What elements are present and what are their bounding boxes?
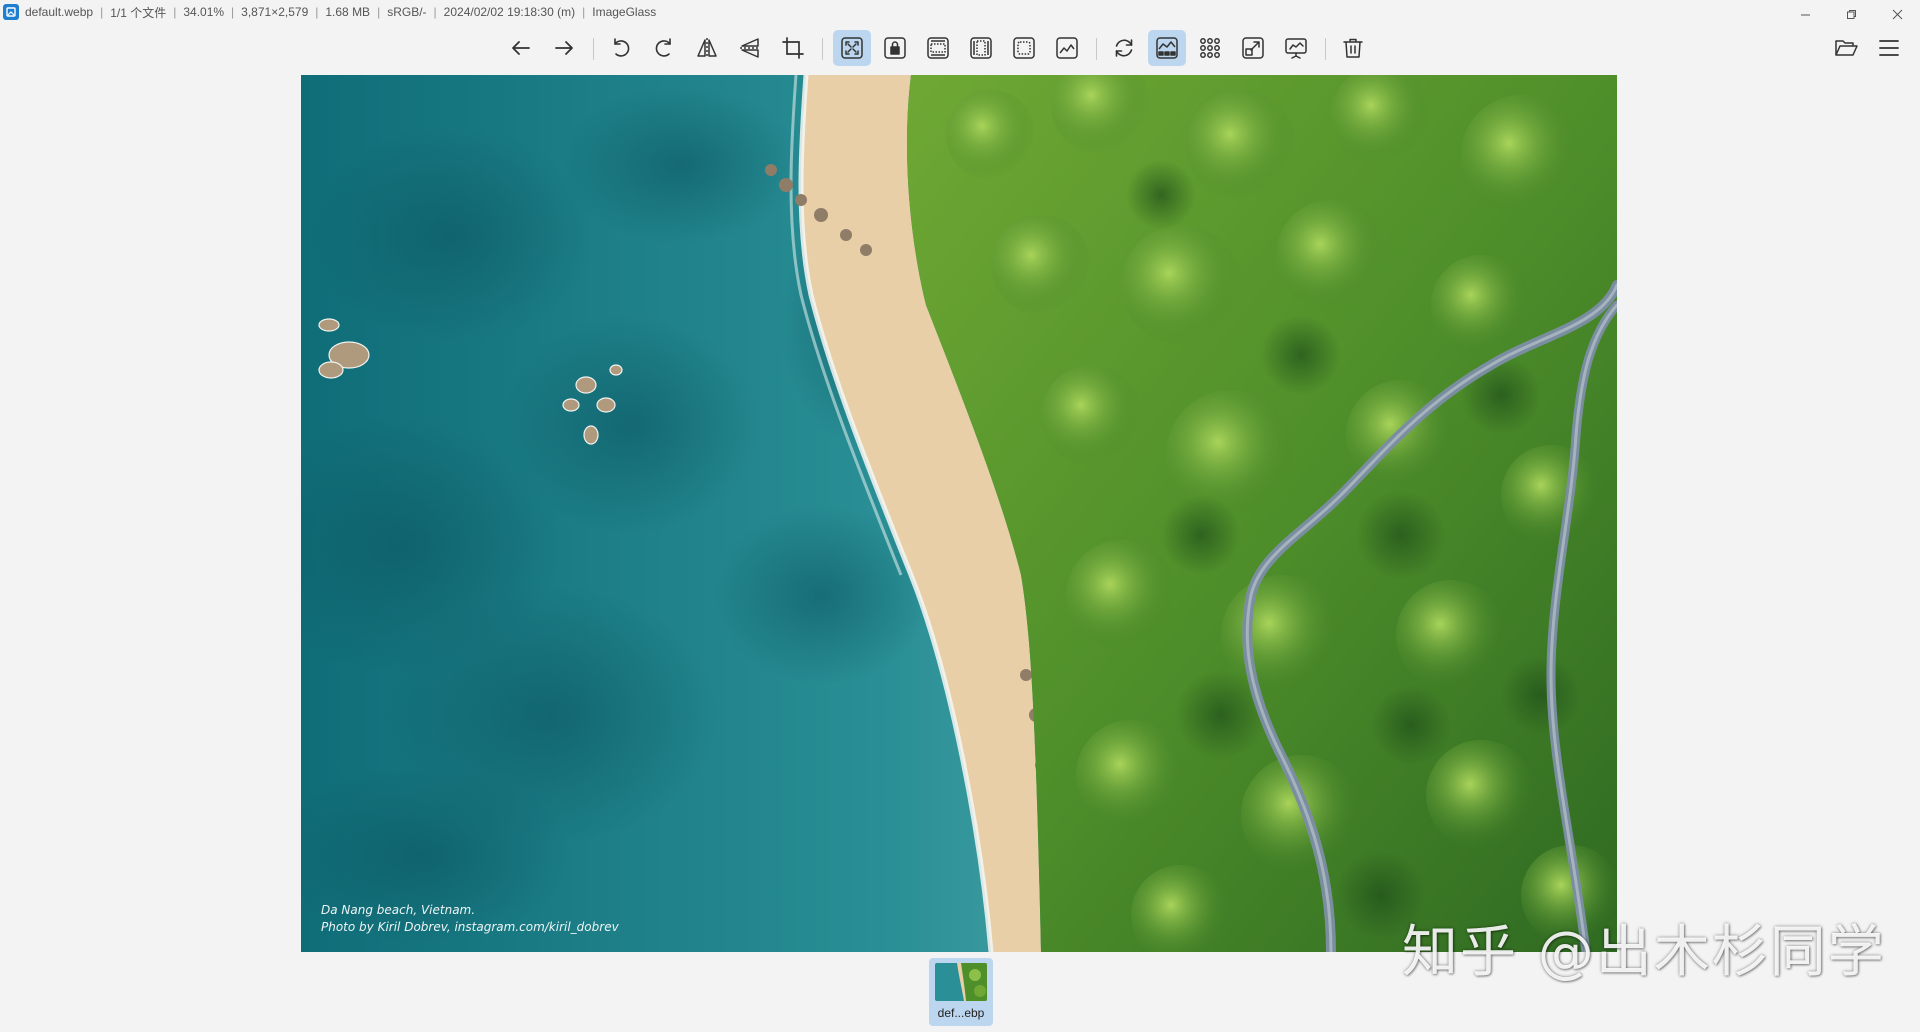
arrow-left-icon <box>512 41 530 55</box>
crop-button[interactable] <box>774 30 812 66</box>
toggle-checkerboard-button[interactable] <box>1191 30 1229 66</box>
fullscreen-button[interactable] <box>1234 30 1272 66</box>
imageglass-app-icon <box>3 4 19 20</box>
title-info: default.webp | 1/1 个文件 | 34.01% | 3,871×… <box>25 4 663 21</box>
flip-vertical-icon <box>740 38 760 58</box>
close-button[interactable] <box>1874 0 1920 28</box>
file-index: 1/1 个文件 <box>110 5 167 20</box>
auto-zoom-icon <box>841 37 863 59</box>
scale-to-width-button[interactable] <box>919 30 957 66</box>
toolbar-separator <box>822 38 823 60</box>
toolbar-separator <box>1096 38 1097 60</box>
scale-fit-icon <box>1013 37 1035 59</box>
refresh-button[interactable] <box>1105 30 1143 66</box>
crop-icon <box>782 37 804 59</box>
trash-icon <box>1343 38 1363 58</box>
scale-to-height-button[interactable] <box>962 30 1000 66</box>
scale-height-icon <box>970 37 992 59</box>
file-size: 1.68 MB <box>325 5 371 19</box>
refresh-icon <box>1115 39 1133 57</box>
aerial-beach-photo <box>301 75 1617 952</box>
scale-to-fill-button[interactable] <box>1048 30 1086 66</box>
photo-caption-credit: Photo by Kiril Dobrev, instagram.com/kir… <box>321 920 619 934</box>
delete-button[interactable] <box>1334 30 1372 66</box>
image-viewer[interactable]: Da Nang beach, Vietnam. Photo by Kiril D… <box>301 75 1617 952</box>
window-controls <box>1782 0 1920 28</box>
restore-button[interactable] <box>1828 0 1874 28</box>
file-name: default.webp <box>25 5 94 19</box>
app-name: ImageGlass <box>592 5 657 19</box>
restore-icon <box>1846 9 1856 19</box>
toolbar <box>0 28 1920 68</box>
thumbnail-image <box>935 963 987 1001</box>
rotate-right-icon <box>655 38 671 57</box>
photo-caption-location: Da Nang beach, Vietnam. <box>321 903 476 917</box>
open-file-button[interactable] <box>1827 30 1865 66</box>
slideshow-icon <box>1285 38 1307 59</box>
color-profile: sRGB/- <box>387 5 427 19</box>
rotate-left-button[interactable] <box>602 30 640 66</box>
close-icon <box>1892 9 1902 19</box>
slideshow-button[interactable] <box>1277 30 1315 66</box>
arrow-right-icon <box>555 41 573 55</box>
fullscreen-icon <box>1242 37 1264 59</box>
toggle-gallery-button[interactable] <box>1148 30 1186 66</box>
folder-open-icon <box>1835 40 1858 56</box>
gallery-thumbnail[interactable]: def...ebp <box>929 958 993 1026</box>
minimize-icon <box>1800 14 1810 15</box>
previous-image-button[interactable] <box>502 30 540 66</box>
toolbar-separator <box>593 38 594 60</box>
main-menu-button[interactable] <box>1870 30 1908 66</box>
thumbnail-label: def...ebp <box>937 1006 985 1020</box>
gallery-icon <box>1156 37 1178 59</box>
flip-vertical-button[interactable] <box>731 30 769 66</box>
minimize-button[interactable] <box>1782 0 1828 28</box>
flip-horizontal-icon <box>697 38 717 58</box>
scale-fill-icon <box>1056 37 1078 59</box>
lock-zoom-button[interactable] <box>876 30 914 66</box>
next-image-button[interactable] <box>545 30 583 66</box>
scale-to-fit-button[interactable] <box>1005 30 1043 66</box>
zoom-level: 34.01% <box>183 5 225 19</box>
hamburger-menu-icon <box>1879 40 1899 56</box>
grid-dots-icon <box>1200 38 1220 58</box>
photo-caption: Da Nang beach, Vietnam. Photo by Kiril D… <box>321 902 619 936</box>
title-bar: default.webp | 1/1 个文件 | 34.01% | 3,871×… <box>0 0 1920 24</box>
rotate-left-icon <box>614 38 630 57</box>
toolbar-separator <box>1325 38 1326 60</box>
image-dimensions: 3,871×2,579 <box>241 5 309 19</box>
zhihu-watermark: 知乎 @出木杉同学 <box>1402 920 1886 985</box>
rotate-right-button[interactable] <box>645 30 683 66</box>
modified-date: 2024/02/02 19:18:30 (m) <box>443 5 576 19</box>
scale-width-icon <box>927 37 949 59</box>
auto-zoom-button[interactable] <box>833 30 871 66</box>
flip-horizontal-button[interactable] <box>688 30 726 66</box>
lock-zoom-icon <box>884 37 906 59</box>
